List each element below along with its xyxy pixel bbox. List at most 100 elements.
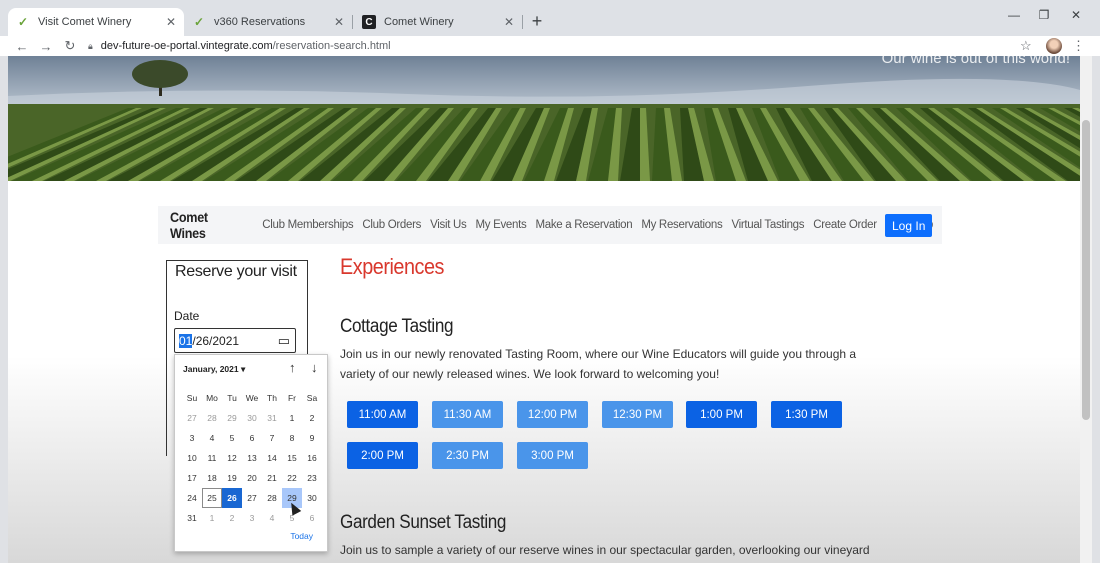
nav-link-visit-us[interactable]: Visit Us: [430, 219, 467, 231]
time-slot-button[interactable]: 12:30 PM: [602, 401, 673, 428]
calendar-day[interactable]: 23: [302, 468, 322, 488]
time-slot-button[interactable]: 11:00 AM: [347, 401, 418, 428]
calendar-day[interactable]: 3: [242, 508, 262, 528]
tab-divider: [352, 15, 353, 29]
nav-link-club-memberships[interactable]: Club Memberships: [262, 219, 353, 231]
bookmark-star-icon[interactable]: ☆: [1020, 38, 1032, 54]
tab-title: Comet Winery: [384, 16, 454, 28]
calendar-day[interactable]: 10: [182, 448, 202, 468]
experience-title-cottage: Cottage Tasting: [340, 316, 454, 337]
calendar-day[interactable]: 11: [202, 448, 222, 468]
date-input[interactable]: 01/26/2021 ▭: [174, 328, 296, 353]
c-icon: C: [362, 15, 376, 29]
tab-comet-winery[interactable]: C Comet Winery ✕: [354, 8, 522, 36]
calendar-day[interactable]: 5: [222, 428, 242, 448]
calendar-day[interactable]: 17: [182, 468, 202, 488]
calendar-day[interactable]: 19: [222, 468, 242, 488]
calendar-day[interactable]: 30: [302, 488, 322, 508]
calendar-day[interactable]: 6: [242, 428, 262, 448]
experience-title-garden: Garden Sunset Tasting: [340, 512, 507, 533]
calendar-day[interactable]: 28: [262, 488, 282, 508]
restore-icon[interactable]: ❐: [1034, 8, 1054, 22]
brand-logo-text[interactable]: Comet Wines: [170, 209, 240, 241]
time-slot-button[interactable]: 1:00 PM: [686, 401, 757, 428]
calendar-grid: Su Mo Tu We Th Fr Sa 27 28 29 30 31 1 2 3 4 5 6 7 8 9 10 11 12 1…: [182, 388, 322, 528]
tab-visit-comet-winery[interactable]: ✓ Visit Comet Winery ✕: [8, 8, 184, 36]
address-bar[interactable]: 🔒︎ dev-future-oe-portal.vintegrate.com /…: [88, 36, 391, 56]
nav-link-my-reservations[interactable]: My Reservations: [641, 219, 722, 231]
calendar-day[interactable]: 8: [282, 428, 302, 448]
weekday-header: We: [245, 393, 259, 403]
nav-link-club-orders[interactable]: Club Orders: [362, 219, 421, 231]
date-label: Date: [174, 309, 200, 323]
calendar-icon[interactable]: ▭: [278, 333, 290, 349]
calendar-day[interactable]: 7: [262, 428, 282, 448]
v-icon: ✓: [17, 15, 29, 29]
close-icon[interactable]: ✕: [334, 15, 344, 29]
menu-kebab-icon[interactable]: ⋮: [1072, 38, 1085, 54]
calendar-day[interactable]: 21: [262, 468, 282, 488]
caret-down-icon: ▾: [240, 364, 246, 374]
time-slot-button[interactable]: 1:30 PM: [771, 401, 842, 428]
calendar-day[interactable]: 22: [282, 468, 302, 488]
calendar-day[interactable]: 29: [222, 408, 242, 428]
calendar-day[interactable]: 2: [302, 408, 322, 428]
date-month-segment[interactable]: 01: [179, 333, 193, 348]
calendar-day[interactable]: 25: [202, 488, 222, 508]
calendar-day[interactable]: 18: [202, 468, 222, 488]
calendar-day[interactable]: 1: [282, 408, 302, 428]
minimize-icon[interactable]: —: [1004, 8, 1024, 22]
calendar-day[interactable]: 12: [222, 448, 242, 468]
nav-link-create-order[interactable]: Create Order: [813, 219, 877, 231]
arrow-up-icon[interactable]: ↑: [289, 360, 296, 375]
today-button[interactable]: Today: [290, 531, 313, 541]
nav-link-my-events[interactable]: My Events: [475, 219, 526, 231]
scrollbar-thumb[interactable]: [1082, 120, 1090, 420]
calendar-day[interactable]: 30: [242, 408, 262, 428]
calendar-day[interactable]: 1: [202, 508, 222, 528]
calendar-day[interactable]: 27: [182, 408, 202, 428]
time-slot-button[interactable]: 3:00 PM: [517, 442, 588, 469]
calendar-day[interactable]: 9: [302, 428, 322, 448]
calendar-day[interactable]: 14: [262, 448, 282, 468]
calendar-day[interactable]: 28: [202, 408, 222, 428]
arrow-down-icon[interactable]: ↓: [311, 360, 318, 375]
calendar-day[interactable]: 13: [242, 448, 262, 468]
calendar-day[interactable]: 31: [182, 508, 202, 528]
calendar-day[interactable]: 20: [242, 468, 262, 488]
calendar-day[interactable]: 15: [282, 448, 302, 468]
calendar-day[interactable]: 31: [262, 408, 282, 428]
nav-link-virtual-tastings[interactable]: Virtual Tastings: [731, 219, 804, 231]
date-rest-segment[interactable]: /26/2021: [192, 334, 239, 348]
forward-arrow-icon[interactable]: →: [38, 38, 54, 54]
calendar-day[interactable]: 26: [222, 488, 242, 508]
calendar-day[interactable]: 27: [242, 488, 262, 508]
calendar-day[interactable]: 2: [222, 508, 242, 528]
time-slot-button[interactable]: 12:00 PM: [517, 401, 588, 428]
profile-avatar[interactable]: [1046, 38, 1062, 54]
window-close-icon[interactable]: ✕: [1066, 8, 1086, 22]
calendar-day[interactable]: 24: [182, 488, 202, 508]
reload-icon[interactable]: ↻: [62, 38, 78, 54]
nav-link-make-a-reservation[interactable]: Make a Reservation: [535, 219, 632, 231]
vineyard-rows-graphic: [8, 56, 1080, 181]
back-arrow-icon[interactable]: ←: [14, 38, 30, 54]
calendar-day[interactable]: 4: [262, 508, 282, 528]
calendar-day[interactable]: 3: [182, 428, 202, 448]
weekday-header: Su: [186, 393, 198, 403]
new-tab-plus-icon[interactable]: +: [526, 10, 548, 32]
login-button[interactable]: Log In: [885, 214, 933, 237]
time-slot-button[interactable]: 11:30 AM: [432, 401, 503, 428]
calendar-day[interactable]: 6: [302, 508, 322, 528]
close-icon[interactable]: ✕: [166, 15, 176, 29]
month-dropdown[interactable]: January, 2021 ▾: [183, 364, 245, 375]
tab-v360-reservations[interactable]: ✓ v360 Reservations ✕: [184, 8, 352, 36]
date-picker-popup: January, 2021 ▾ ↑ ↓ Su Mo Tu We Th Fr Sa 27 28 29…: [174, 354, 328, 552]
v-icon: ✓: [193, 15, 205, 29]
time-slot-button[interactable]: 2:30 PM: [432, 442, 503, 469]
time-slot-button[interactable]: 2:00 PM: [347, 442, 418, 469]
calendar-day[interactable]: 4: [202, 428, 222, 448]
url-host: dev-future-oe-portal.vintegrate.com: [100, 40, 273, 52]
calendar-day[interactable]: 16: [302, 448, 322, 468]
close-icon[interactable]: ✕: [504, 15, 514, 29]
